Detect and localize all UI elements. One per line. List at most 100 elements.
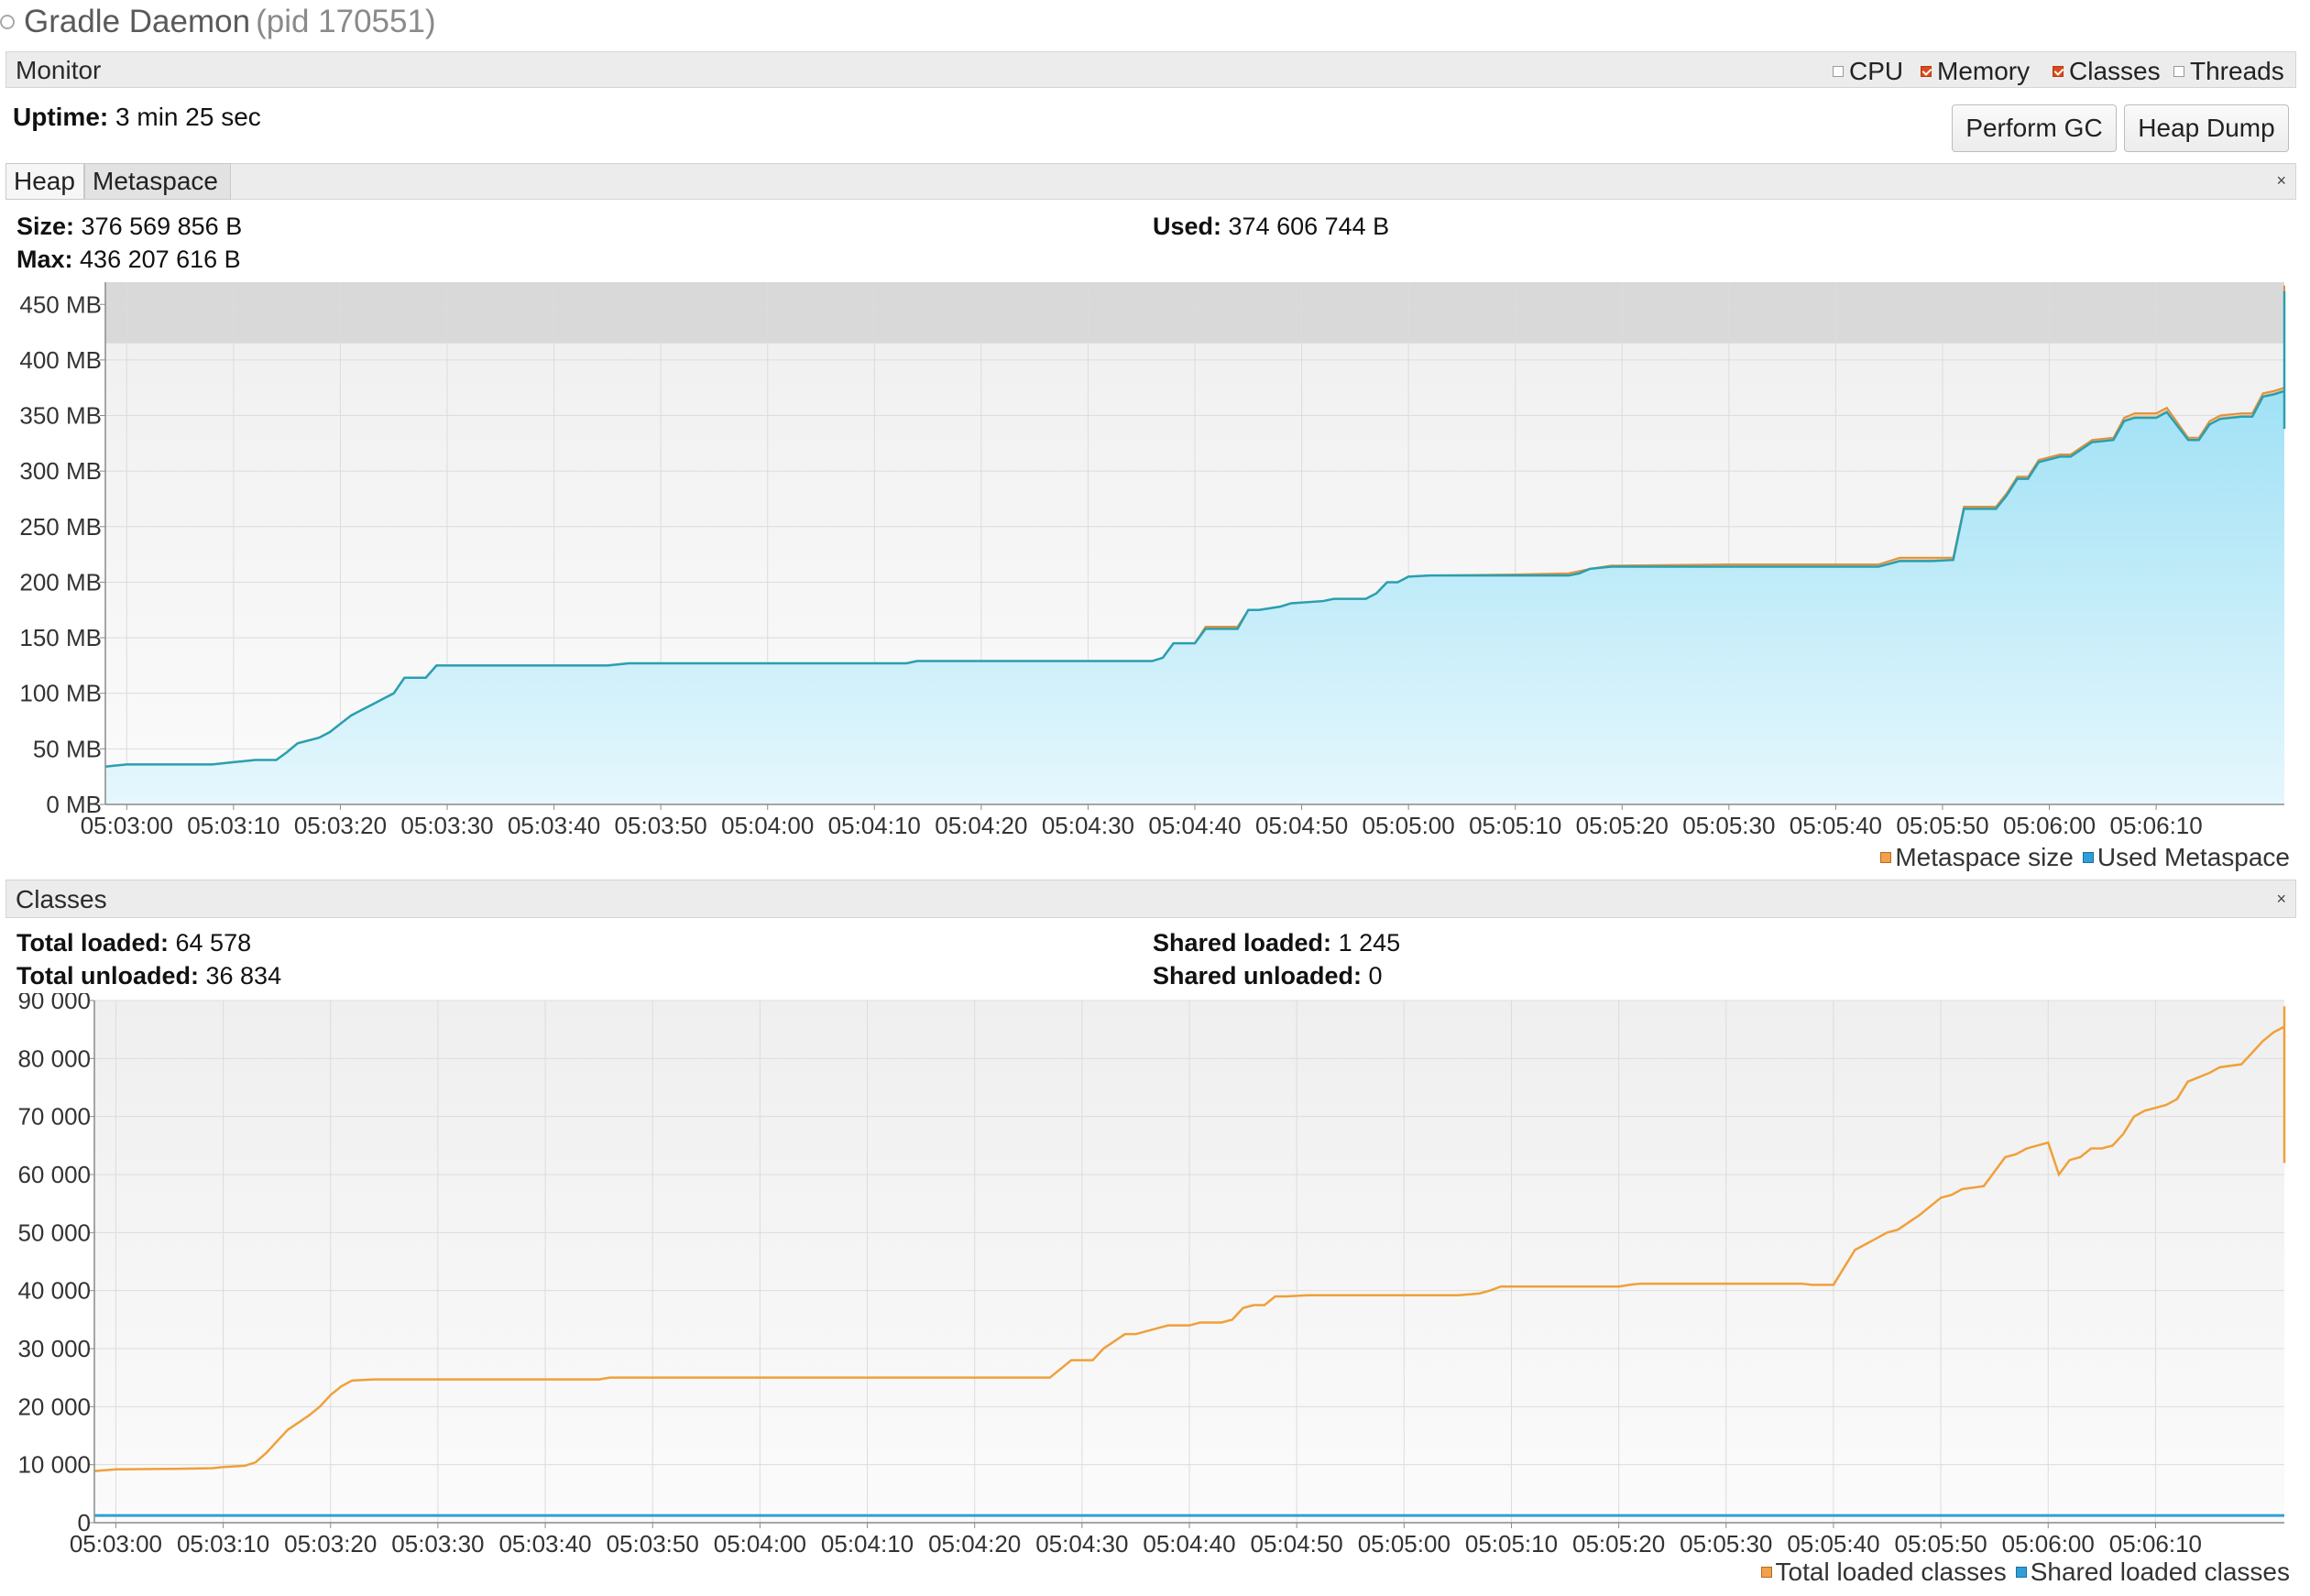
- x-tick-label: 05:03:40: [498, 1530, 591, 1558]
- x-tick-label: 05:03:00: [81, 812, 173, 834]
- total-loaded-info: Total loaded: 64 578: [16, 929, 251, 957]
- tab-metaspace[interactable]: Metaspace: [84, 163, 231, 200]
- classes-title: Classes: [16, 885, 107, 913]
- x-tick-label: 05:05:30: [1680, 1530, 1772, 1558]
- y-tick-label: 70 000: [17, 1103, 91, 1131]
- used-label: Used:: [1153, 213, 1222, 240]
- y-tick-label: 80 000: [17, 1044, 91, 1072]
- uptime-value: 3 min 25 sec: [115, 103, 261, 131]
- classes-header: Classes ×: [5, 880, 2296, 918]
- legend-swatch-total-loaded: [1760, 1567, 1772, 1578]
- status-dot-icon: [0, 15, 15, 29]
- x-tick-label: 05:04:30: [1035, 1530, 1128, 1558]
- y-tick-label: 450 MB: [19, 290, 102, 318]
- app-title: Gradle Daemon: [24, 4, 251, 39]
- metaspace-chart: 0 MB50 MB100 MB150 MB200 MB250 MB300 MB3…: [19, 282, 2286, 834]
- close-icon[interactable]: ×: [2276, 890, 2286, 909]
- total-loaded-label: Total loaded:: [16, 929, 169, 957]
- x-tick-label: 05:06:10: [2110, 812, 2203, 834]
- x-tick-label: 05:03:20: [294, 812, 387, 834]
- y-tick-label: 300 MB: [19, 457, 102, 485]
- max-info: Max: 436 207 616 B: [16, 246, 241, 274]
- x-tick-label: 05:03:20: [284, 1530, 377, 1558]
- x-tick-label: 05:04:40: [1148, 812, 1241, 834]
- size-value: 376 569 856 B: [81, 213, 243, 240]
- x-tick-label: 05:04:30: [1042, 812, 1134, 834]
- classes-legend: Total loaded classes Shared loaded class…: [1760, 1558, 2290, 1587]
- y-tick-label: 350 MB: [19, 402, 102, 430]
- heap-dump-button[interactable]: Heap Dump: [2124, 104, 2289, 152]
- y-tick-label: 10 000: [17, 1451, 91, 1479]
- x-tick-label: 05:03:30: [391, 1530, 484, 1558]
- used-info: Used: 374 606 744 B: [1153, 213, 1389, 241]
- legend-shared-loaded: Shared loaded classes: [2030, 1558, 2290, 1586]
- cpu-checkbox[interactable]: CPU: [1833, 57, 1903, 86]
- threads-checkbox-label: Threads: [2190, 57, 2284, 85]
- legend-total-loaded: Total loaded classes: [1775, 1558, 2007, 1586]
- y-tick-label: 250 MB: [19, 513, 102, 541]
- x-tick-label: 05:04:10: [828, 812, 921, 834]
- x-tick-label: 05:05:00: [1363, 812, 1455, 834]
- legend-used-metaspace: Used Metaspace: [2097, 843, 2290, 871]
- shared-unloaded-value: 0: [1368, 962, 1383, 989]
- x-tick-label: 05:04:20: [935, 812, 1027, 834]
- x-tick-label: 05:03:50: [615, 812, 707, 834]
- x-tick-label: 05:04:40: [1143, 1530, 1235, 1558]
- x-tick-label: 05:05:20: [1576, 812, 1669, 834]
- classes-chart: 010 00020 00030 00040 00050 00060 00070 …: [17, 993, 2286, 1558]
- classes-checkbox[interactable]: Classes: [2053, 57, 2161, 86]
- threads-checkbox[interactable]: Threads: [2173, 57, 2284, 86]
- classes-checkbox-box[interactable]: [2053, 66, 2064, 77]
- x-tick-label: 05:05:10: [1469, 812, 1561, 834]
- threads-checkbox-box[interactable]: [2173, 66, 2184, 77]
- uptime: Uptime: 3 min 25 sec: [13, 103, 261, 132]
- y-tick-label: 100 MB: [19, 680, 102, 707]
- x-tick-label: 05:06:00: [2002, 1530, 2095, 1558]
- y-tick-label: 60 000: [17, 1161, 91, 1188]
- y-tick-label: 30 000: [17, 1335, 91, 1362]
- y-tick-label: 50 000: [17, 1219, 91, 1246]
- used-value: 374 606 744 B: [1228, 213, 1390, 240]
- uptime-label: Uptime:: [13, 103, 109, 131]
- memory-checkbox-label: Memory: [1937, 57, 2031, 85]
- x-tick-label: 05:05:10: [1465, 1530, 1558, 1558]
- legend-swatch-shared-loaded: [2015, 1567, 2027, 1578]
- shared-loaded-value: 1 245: [1338, 929, 1401, 957]
- x-tick-label: 05:05:20: [1572, 1530, 1665, 1558]
- size-info: Size: 376 569 856 B: [16, 213, 242, 241]
- total-unloaded-info: Total unloaded: 36 834: [16, 962, 281, 990]
- total-unloaded-value: 36 834: [205, 962, 282, 989]
- pid-label: (pid 170551): [256, 4, 436, 39]
- classes-checkbox-label: Classes: [2069, 57, 2161, 85]
- shared-unloaded-label: Shared unloaded:: [1153, 962, 1363, 989]
- memory-checkbox[interactable]: Memory: [1921, 57, 2030, 86]
- shared-loaded-label: Shared loaded:: [1153, 929, 1332, 957]
- close-icon[interactable]: ×: [2276, 171, 2286, 191]
- metaspace-legend: Metaspace size Used Metaspace: [1880, 843, 2290, 872]
- perform-gc-button[interactable]: Perform GC: [1952, 104, 2117, 152]
- y-tick-label: 150 MB: [19, 624, 102, 651]
- tab-heap[interactable]: Heap: [5, 163, 84, 200]
- y-tick-label: 200 MB: [19, 568, 102, 596]
- memory-checkbox-box[interactable]: [1921, 66, 1932, 77]
- x-tick-label: 05:05:30: [1682, 812, 1775, 834]
- cpu-checkbox-label: CPU: [1849, 57, 1904, 85]
- legend-swatch-used-metaspace: [2082, 852, 2094, 863]
- y-tick-label: 90 000: [17, 993, 91, 1014]
- x-tick-label: 05:03:10: [187, 812, 279, 834]
- x-tick-label: 05:04:00: [714, 1530, 806, 1558]
- y-tick-label: 20 000: [17, 1393, 91, 1420]
- total-unloaded-label: Total unloaded:: [16, 962, 199, 989]
- x-tick-label: 05:03:10: [177, 1530, 269, 1558]
- x-tick-label: 05:05:40: [1787, 1530, 1879, 1558]
- memory-tab-bar: ×: [5, 163, 2296, 200]
- x-tick-label: 05:04:50: [1255, 812, 1348, 834]
- y-tick-label: 50 MB: [33, 735, 102, 762]
- x-tick-label: 05:03:30: [400, 812, 493, 834]
- legend-swatch-metaspace-size: [1880, 852, 1892, 863]
- x-tick-label: 05:03:40: [508, 812, 600, 834]
- max-label: Max:: [16, 246, 73, 273]
- x-tick-label: 05:06:10: [2109, 1530, 2202, 1558]
- total-loaded-value: 64 578: [175, 929, 252, 957]
- cpu-checkbox-box[interactable]: [1833, 66, 1844, 77]
